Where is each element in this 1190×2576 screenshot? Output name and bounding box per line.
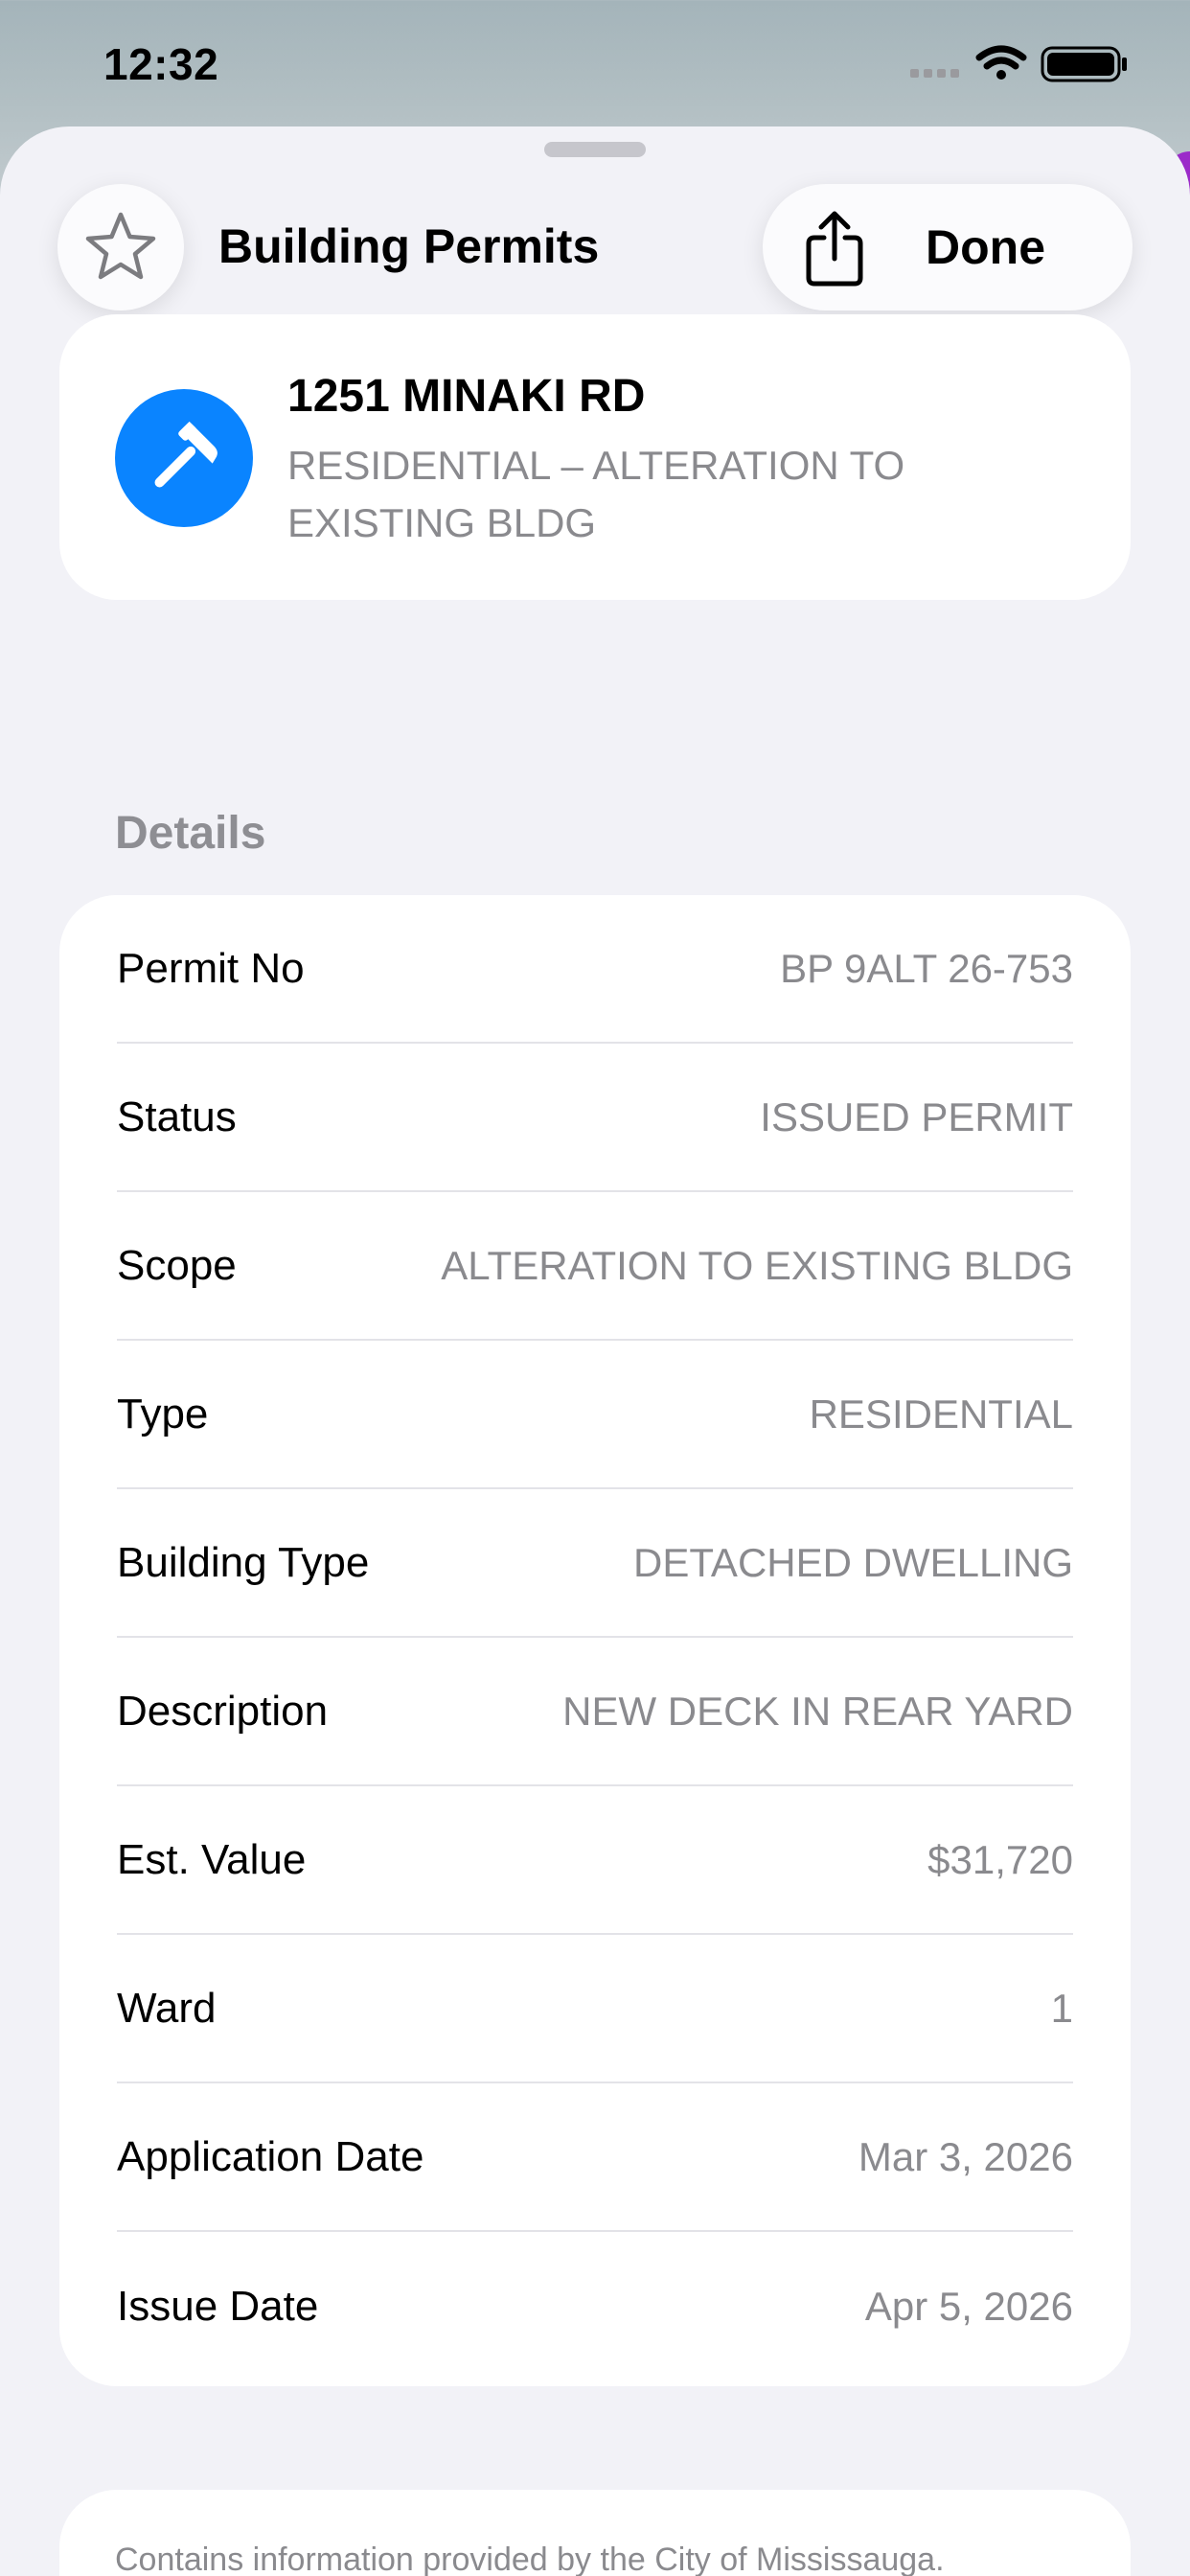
detail-row-permit-no: Permit No BP 9ALT 26-753 xyxy=(117,895,1073,1044)
details-section-header: Details xyxy=(115,808,266,859)
detail-row-est-value: Est. Value $31,720 xyxy=(117,1786,1073,1935)
detail-value: BP 9ALT 26-753 xyxy=(780,945,1073,991)
detail-value: Apr 5, 2026 xyxy=(864,2283,1073,2329)
permit-badge xyxy=(115,389,253,527)
details-card: Permit No BP 9ALT 26-753 Status ISSUED P… xyxy=(59,895,1131,2386)
detail-label: Ward xyxy=(117,1984,217,2032)
detail-label: Est. Value xyxy=(117,1835,307,1883)
cellular-signal-icon xyxy=(910,69,959,78)
detail-label: Status xyxy=(117,1092,237,1140)
done-button[interactable]: Done xyxy=(926,184,1133,310)
attribution-text: Contains information provided by the Cit… xyxy=(115,2542,945,2576)
detail-label: Permit No xyxy=(117,944,305,992)
detail-value: Mar 3, 2026 xyxy=(858,2133,1073,2179)
sheet-actions: Done xyxy=(763,184,1133,310)
detail-label: Type xyxy=(117,1390,209,1438)
detail-row-ward: Ward 1 xyxy=(117,1935,1073,2083)
attribution-card: Contains information provided by the Cit… xyxy=(59,2490,1131,2576)
detail-value: $31,720 xyxy=(927,1836,1073,1882)
status-icons xyxy=(910,42,1131,86)
share-button[interactable] xyxy=(791,205,878,291)
wifi-icon xyxy=(975,45,1027,80)
detail-row-description: Description NEW DECK IN REAR YARD xyxy=(117,1638,1073,1786)
detail-label: Issue Date xyxy=(117,2282,319,2330)
battery-icon xyxy=(1041,46,1127,82)
permit-detail-sheet: Building Permits Done 1251 MINAKI RD RES… xyxy=(0,126,1190,2576)
detail-value: 1 xyxy=(1050,1985,1073,2031)
permit-address: 1251 MINAKI RD xyxy=(287,371,646,422)
permit-summary-card: 1251 MINAKI RD RESIDENTIAL – ALTERATION … xyxy=(59,314,1131,600)
detail-row-status: Status ISSUED PERMIT xyxy=(117,1044,1073,1192)
sheet-title: Building Permits xyxy=(218,219,600,273)
detail-label: Application Date xyxy=(117,2132,424,2180)
star-icon xyxy=(85,212,156,280)
detail-value: ALTERATION TO EXISTING BLDG xyxy=(441,1242,1073,1288)
detail-value: ISSUED PERMIT xyxy=(760,1093,1073,1139)
detail-row-building-type: Building Type DETACHED DWELLING xyxy=(117,1489,1073,1638)
detail-row-application-date: Application Date Mar 3, 2026 xyxy=(117,2083,1073,2232)
detail-label: Description xyxy=(117,1687,329,1735)
sheet-grabber[interactable] xyxy=(544,142,646,157)
detail-value: RESIDENTIAL xyxy=(809,1391,1073,1437)
detail-label: Building Type xyxy=(117,1538,370,1586)
detail-value: NEW DECK IN REAR YARD xyxy=(562,1688,1073,1734)
hammer-icon xyxy=(154,421,217,488)
detail-row-issue-date: Issue Date Apr 5, 2026 xyxy=(117,2232,1073,2380)
status-bar: 12:32 xyxy=(0,0,1190,125)
share-icon xyxy=(806,211,863,287)
detail-row-type: Type RESIDENTIAL xyxy=(117,1341,1073,1489)
detail-label: Scope xyxy=(117,1241,237,1289)
favorite-button[interactable] xyxy=(57,184,184,310)
permit-kind: RESIDENTIAL – ALTERATION TO EXISTING BLD… xyxy=(287,443,905,545)
status-time: 12:32 xyxy=(103,39,219,89)
detail-row-scope: Scope ALTERATION TO EXISTING BLDG xyxy=(117,1192,1073,1341)
detail-value: DETACHED DWELLING xyxy=(633,1539,1073,1585)
